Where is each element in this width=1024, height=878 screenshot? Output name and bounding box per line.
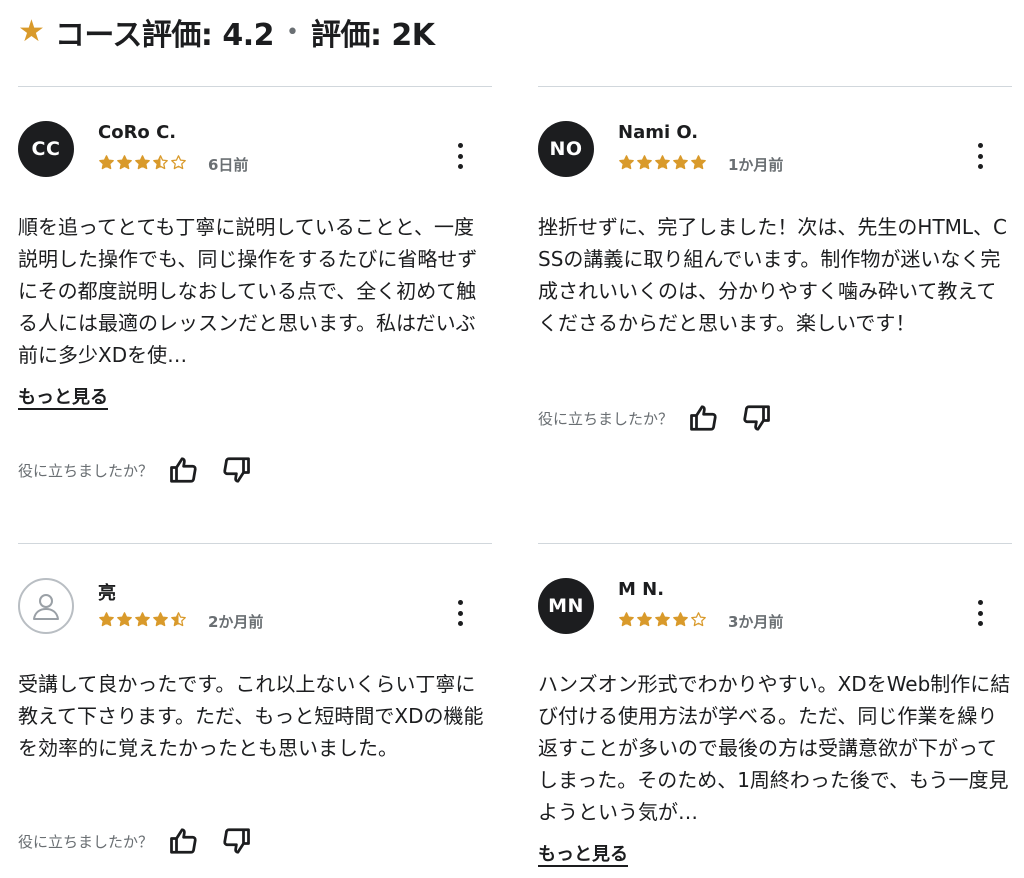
star-full-icon — [99, 155, 114, 170]
star-full-icon — [673, 155, 688, 170]
star-full-icon — [691, 155, 706, 170]
star-full-icon — [117, 155, 132, 170]
review-text: 挫折せずに、完了しました！次は、先生のHTML、CSSの講義に取り組んでいます。… — [538, 215, 1008, 335]
review-date: 1か月前 — [728, 156, 784, 174]
star-rating — [98, 154, 187, 171]
thumbs-down-icon[interactable] — [221, 455, 251, 485]
reviewer-name: M N. — [618, 579, 665, 600]
more-options-icon[interactable] — [456, 143, 464, 169]
user-icon — [33, 594, 59, 620]
star-rating — [98, 611, 187, 628]
helpful-feedback: 役に立ちましたか？ — [18, 455, 273, 485]
divider — [18, 86, 492, 87]
star-full-icon — [153, 612, 168, 627]
show-more-link[interactable]: もっと見る — [18, 383, 108, 409]
review-text: 受講して良かったです。これ以上ないくらい丁寧に教えて下さります。ただ、もっと短時… — [18, 672, 484, 760]
star-icon: ★ — [18, 14, 45, 49]
avatar: CC — [18, 121, 74, 177]
show-more-link[interactable]: もっと見る — [538, 840, 628, 866]
course-rating-header: ★ コース評価: 4.2 • 評価: 2K — [18, 12, 435, 54]
thumbs-up-icon[interactable] — [689, 403, 719, 433]
more-options-icon[interactable] — [976, 600, 984, 626]
review-date: 2か月前 — [208, 613, 264, 631]
avatar: MN — [538, 578, 594, 634]
reviewer-name: Nami O. — [618, 122, 699, 143]
star-full-icon — [619, 155, 634, 170]
reviewer-name: 亮 — [98, 583, 116, 604]
thumbs-up-icon[interactable] — [169, 455, 199, 485]
helpful-feedback: 役に立ちましたか？ — [538, 403, 793, 433]
star-half-icon — [171, 612, 186, 627]
star-empty-icon — [691, 612, 706, 627]
rating-count-label: 評価: 2K — [310, 18, 435, 53]
star-full-icon — [619, 612, 634, 627]
star-rating — [618, 611, 707, 628]
review-date: 3か月前 — [728, 613, 784, 631]
thumbs-down-icon[interactable] — [741, 403, 771, 433]
star-empty-icon — [171, 155, 186, 170]
review-card: NO Nami O. 1か月前 挫折せずに、完了しました！次は、先生のHTML、… — [538, 86, 1012, 446]
header-separator: • — [286, 19, 299, 45]
divider — [538, 543, 1012, 544]
helpful-feedback: 役に立ちましたか？ — [18, 826, 273, 856]
star-full-icon — [117, 612, 132, 627]
review-date: 6日前 — [208, 156, 249, 174]
review-card: CC CoRo C. 6日前 順を追ってとても丁寧に説明していることと、一度説明… — [18, 86, 492, 506]
more-options-icon[interactable] — [456, 600, 464, 626]
thumbs-up-icon[interactable] — [169, 826, 199, 856]
star-full-icon — [673, 612, 688, 627]
more-options-icon[interactable] — [976, 143, 984, 169]
star-rating — [618, 154, 707, 171]
thumbs-down-icon[interactable] — [221, 826, 251, 856]
star-full-icon — [637, 155, 652, 170]
star-full-icon — [135, 612, 150, 627]
star-full-icon — [655, 612, 670, 627]
helpful-question: 役に立ちましたか？ — [538, 409, 674, 428]
review-card: MN M N. 3か月前 ハンズオン形式でわかりやすい。XDをWeb制作に結び付… — [538, 543, 1012, 873]
helpful-question: 役に立ちましたか？ — [18, 461, 154, 480]
review-text: ハンズオン形式でわかりやすい。XDをWeb制作に結び付ける使用方法が学べる。ただ… — [538, 672, 1011, 824]
star-full-icon — [655, 155, 670, 170]
helpful-question: 役に立ちましたか？ — [18, 832, 154, 851]
star-half-icon — [153, 155, 168, 170]
course-rating-label: コース評価: 4.2 — [54, 18, 275, 53]
review-text: 順を追ってとても丁寧に説明していることと、一度説明した操作でも、同じ操作をするた… — [18, 215, 478, 367]
divider — [538, 86, 1012, 87]
star-full-icon — [637, 612, 652, 627]
avatar: NO — [538, 121, 594, 177]
reviewer-name: CoRo C. — [98, 122, 177, 143]
star-full-icon — [135, 155, 150, 170]
avatar — [18, 578, 74, 634]
divider — [18, 543, 492, 544]
star-full-icon — [99, 612, 114, 627]
review-card: 亮 2か月前 受講して良かったです。これ以上ないくらい丁寧に教えて下さります。た… — [18, 543, 492, 873]
